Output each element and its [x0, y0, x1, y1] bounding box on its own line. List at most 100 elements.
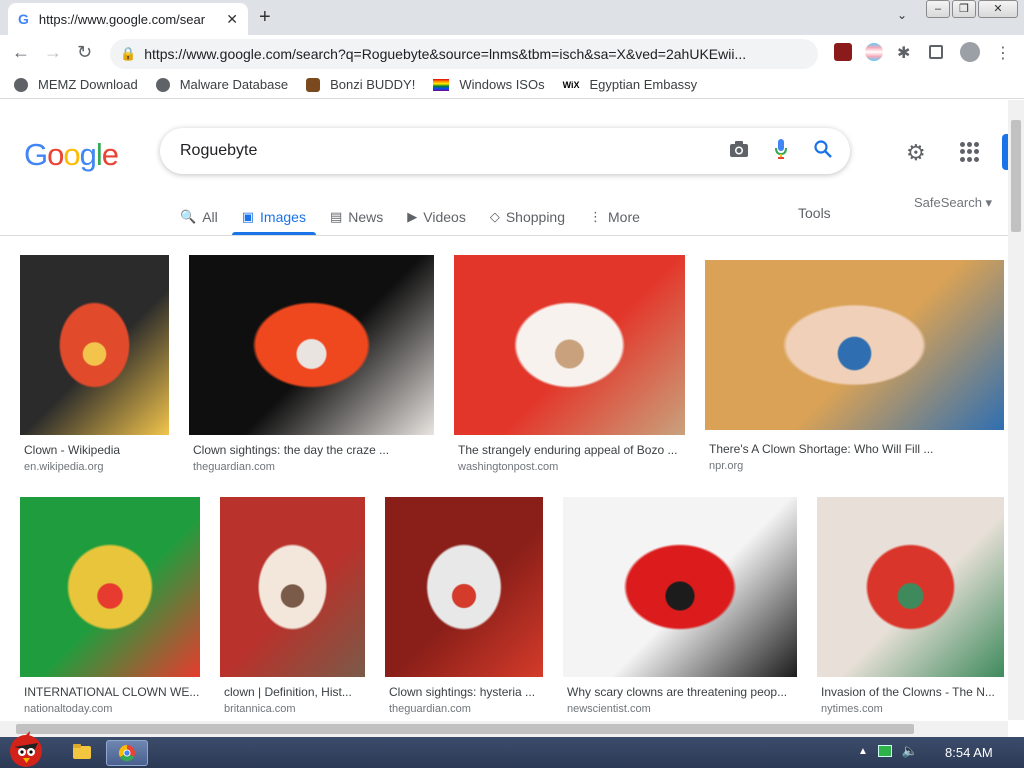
scrollbar-thumb[interactable]: [16, 724, 914, 734]
file-explorer-icon[interactable]: [70, 740, 94, 766]
search-box[interactable]: Roguebyte: [160, 128, 850, 174]
image-result[interactable]: INTERNATIONAL CLOWN WE... nationaltoday.c…: [20, 497, 200, 715]
search-tabs: 🔍 All ▣ Images ▤ News ▶ Videos ◇ Shopping ⋮ Mo…: [180, 200, 664, 235]
minimize-icon[interactable]: –: [926, 0, 950, 18]
result-source[interactable]: newscientist.com: [563, 703, 797, 715]
tab-all[interactable]: 🔍 All: [180, 200, 218, 234]
tab-shopping[interactable]: ◇ Shopping: [490, 200, 565, 234]
side-panel-icon[interactable]: [929, 45, 943, 59]
profile-avatar-icon[interactable]: [960, 42, 980, 62]
image-result[interactable]: Clown sightings: the day the craze ... th…: [189, 255, 434, 473]
image-result[interactable]: Invasion of the Clowns - The N... nytimes…: [817, 497, 1004, 715]
image-result[interactable]: The strangely enduring appeal of Bozo ..…: [454, 255, 685, 473]
volume-icon[interactable]: 🔈: [902, 743, 918, 759]
bookmark-memz[interactable]: MEMZ Download: [14, 77, 138, 92]
tab-images[interactable]: ▣ Images: [231, 200, 317, 235]
bookmark-label: MEMZ Download: [38, 77, 138, 92]
scrollbar-thumb[interactable]: [1011, 120, 1021, 232]
tab-more[interactable]: ⋮ More: [589, 200, 640, 234]
puzzle-extensions-icon[interactable]: ✱: [897, 43, 915, 62]
result-thumbnail[interactable]: [385, 497, 543, 677]
search-input[interactable]: Roguebyte: [180, 142, 724, 160]
taskbar-clock[interactable]: 8:54 AM: [945, 745, 993, 760]
browser-toolbar: ← → ↻ 🔒 https://www.google.com/search?q=…: [0, 35, 1024, 71]
result-source[interactable]: theguardian.com: [189, 461, 434, 473]
bookmark-egyptian-embassy[interactable]: WiX Egyptian Embassy: [563, 77, 698, 92]
back-arrow-icon[interactable]: ←: [12, 42, 30, 63]
image-result[interactable]: Clown - Wikipedia en.wikipedia.org: [20, 255, 169, 473]
result-caption[interactable]: Clown sightings: the day the craze ...: [189, 443, 434, 457]
url-text[interactable]: https://www.google.com/search?q=Roguebyt…: [144, 46, 814, 62]
result-source[interactable]: en.wikipedia.org: [20, 461, 169, 473]
result-thumbnail[interactable]: [454, 255, 685, 435]
globe-icon: [14, 77, 28, 92]
browser-tab[interactable]: G https://www.google.com/sear ✕: [8, 3, 248, 35]
result-thumbnail[interactable]: [20, 255, 169, 435]
result-caption[interactable]: Clown - Wikipedia: [20, 443, 169, 457]
result-source[interactable]: washingtonpost.com: [454, 461, 685, 473]
tab-label: More: [608, 209, 640, 225]
lock-icon[interactable]: 🔒: [120, 46, 136, 62]
ublock-extension-icon[interactable]: [834, 43, 852, 61]
flag-extension-icon[interactable]: [865, 43, 883, 61]
forward-arrow-icon[interactable]: →: [44, 42, 62, 63]
new-tab-icon[interactable]: +: [259, 6, 271, 29]
google-apps-icon[interactable]: [960, 142, 980, 162]
google-logo[interactable]: Google: [24, 137, 119, 173]
horizontal-scrollbar[interactable]: [0, 721, 1008, 737]
rainbow-flag-icon: [433, 78, 450, 91]
result-caption[interactable]: There's A Clown Shortage: Who Will Fill …: [705, 442, 1004, 456]
bookmark-bonzi-buddy[interactable]: Bonzi BUDDY!: [306, 77, 415, 92]
restore-icon[interactable]: ❐: [952, 0, 976, 18]
close-tab-icon[interactable]: ✕: [226, 11, 238, 28]
result-thumbnail[interactable]: [20, 497, 200, 677]
result-source[interactable]: nytimes.com: [817, 703, 1004, 715]
search-icon[interactable]: [808, 139, 838, 164]
tab-videos[interactable]: ▶ Videos: [407, 200, 466, 234]
tools-button[interactable]: Tools: [798, 205, 831, 221]
result-thumbnail[interactable]: [220, 497, 365, 677]
result-thumbnail[interactable]: [705, 260, 1004, 430]
vertical-scrollbar[interactable]: [1008, 100, 1024, 720]
result-caption[interactable]: Why scary clowns are threatening peop...: [563, 685, 797, 699]
result-source[interactable]: theguardian.com: [385, 703, 543, 715]
bookmarks-bar: MEMZ Download Malware Database Bonzi BUD…: [0, 71, 1024, 99]
result-caption[interactable]: INTERNATIONAL CLOWN WE...: [20, 685, 200, 699]
header-divider: [0, 235, 1008, 236]
bookmark-windows-isos[interactable]: Windows ISOs: [433, 77, 545, 92]
result-thumbnail[interactable]: [817, 497, 1004, 677]
network-icon[interactable]: [877, 745, 892, 757]
address-bar[interactable]: 🔒 https://www.google.com/search?q=Rogueb…: [110, 39, 818, 69]
window-controls: – ❐ ✕: [926, 0, 1018, 18]
result-caption[interactable]: Invasion of the Clowns - The N...: [817, 685, 1004, 699]
chrome-taskbar-button[interactable]: [106, 740, 148, 766]
tab-news[interactable]: ▤ News: [330, 200, 383, 234]
result-caption[interactable]: clown | Definition, Hist...: [220, 685, 365, 699]
result-source[interactable]: npr.org: [705, 460, 1004, 472]
result-thumbnail[interactable]: [563, 497, 797, 677]
tab-search-chevron-icon[interactable]: ⌄: [897, 8, 907, 22]
result-caption[interactable]: The strangely enduring appeal of Bozo ..…: [454, 443, 685, 457]
microphone-icon[interactable]: [766, 138, 796, 165]
image-result[interactable]: Why scary clowns are threatening peop...…: [563, 497, 797, 715]
camera-icon[interactable]: [724, 140, 754, 163]
reload-icon[interactable]: ↻: [77, 42, 92, 63]
close-window-icon[interactable]: ✕: [978, 0, 1018, 18]
image-result[interactable]: There's A Clown Shortage: Who Will Fill …: [705, 260, 1004, 472]
tab-title: https://www.google.com/sear: [38, 11, 206, 27]
bonzi-icon: [306, 77, 321, 92]
show-hidden-icons-icon[interactable]: ▲: [858, 746, 868, 757]
settings-gear-icon[interactable]: ⚙: [906, 140, 926, 166]
kebab-menu-icon[interactable]: ⋮: [995, 43, 1013, 62]
more-vertical-icon: ⋮: [589, 209, 603, 224]
start-button[interactable]: [4, 731, 48, 769]
result-thumbnail[interactable]: [189, 255, 434, 435]
result-source[interactable]: nationaltoday.com: [20, 703, 200, 715]
image-result[interactable]: clown | Definition, Hist... britannica.co…: [220, 497, 365, 715]
wix-icon: WiX: [562, 79, 580, 90]
bookmark-malware-database[interactable]: Malware Database: [155, 77, 288, 92]
safesearch-dropdown[interactable]: SafeSearch ▾: [914, 195, 992, 211]
result-caption[interactable]: Clown sightings: hysteria ...: [385, 685, 543, 699]
result-source[interactable]: britannica.com: [220, 703, 365, 715]
image-result[interactable]: Clown sightings: hysteria ... theguardian…: [385, 497, 543, 715]
